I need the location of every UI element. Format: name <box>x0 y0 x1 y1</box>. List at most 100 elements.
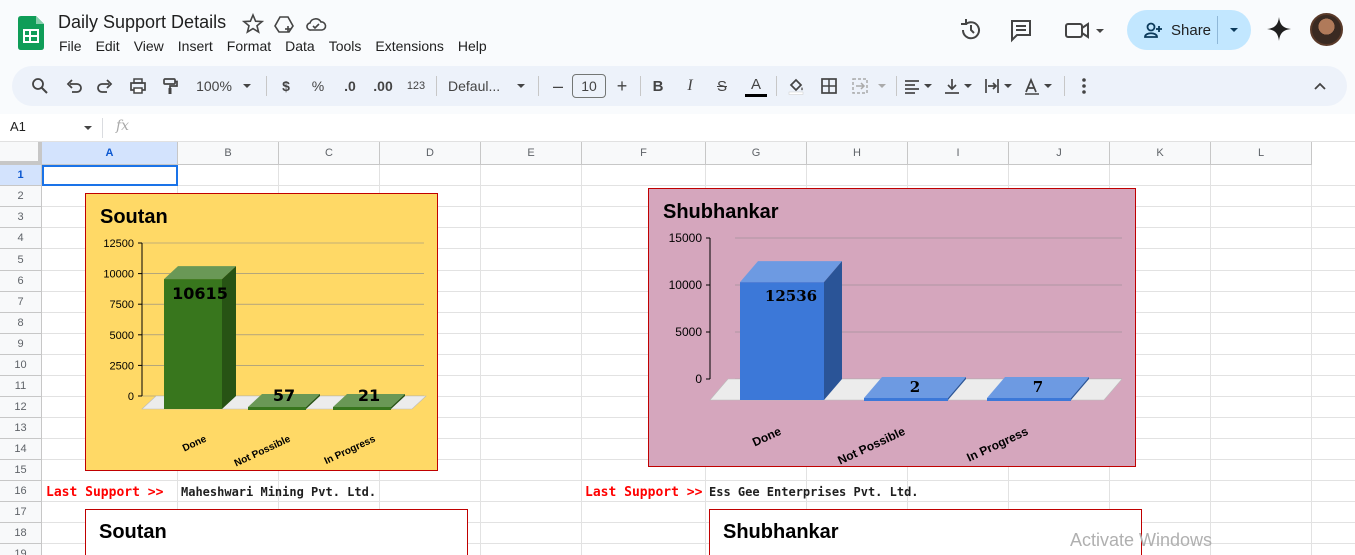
row-header-5[interactable]: 5 <box>0 249 42 271</box>
activate-windows-watermark: Activate Windows <box>1070 530 1213 550</box>
row-header-12[interactable]: 12 <box>0 397 42 418</box>
strikethrough-button[interactable]: S <box>712 66 732 106</box>
increase-decimal-button[interactable]: .00 <box>368 66 398 106</box>
row-header-17[interactable]: 17 <box>0 502 42 523</box>
more-options-icon[interactable] <box>1074 66 1094 106</box>
row-header-11[interactable]: 11 <box>0 376 42 397</box>
row-header-19[interactable]: 19 <box>0 544 42 555</box>
menu-data[interactable]: Data <box>278 38 322 54</box>
menu-help[interactable]: Help <box>451 38 494 54</box>
row-header-14[interactable]: 14 <box>0 439 42 460</box>
column-header-a[interactable]: A <box>42 142 178 165</box>
column-header-e[interactable]: E <box>481 142 582 165</box>
row-header-16[interactable]: 16 <box>0 481 42 502</box>
row-header-13[interactable]: 13 <box>0 418 42 439</box>
column-header-d[interactable]: D <box>380 142 481 165</box>
chart-shubhankar[interactable]: Shubhankar 0 5000 10000 15000 12536 Done 2 Not … <box>648 188 1136 467</box>
menu-extensions[interactable]: Extensions <box>368 38 450 54</box>
toolbar-divider <box>538 76 539 96</box>
selected-cell-a1[interactable] <box>42 165 178 186</box>
merge-cells-icon[interactable] <box>850 66 890 106</box>
horizontal-align-icon[interactable] <box>902 66 936 106</box>
font-chevron-icon[interactable] <box>516 82 526 90</box>
y-tick-label: 5000 <box>110 330 134 342</box>
borders-icon[interactable] <box>817 66 841 106</box>
y-tick-label: 0 <box>128 391 134 403</box>
row-header-18[interactable]: 18 <box>0 523 42 544</box>
row-header-1[interactable]: 1 <box>0 165 42 186</box>
menu-file[interactable]: File <box>52 38 89 54</box>
formula-input[interactable] <box>140 117 1340 139</box>
row-header-9[interactable]: 9 <box>0 334 42 355</box>
row-header-4[interactable]: 4 <box>0 228 42 249</box>
name-box-chevron-icon[interactable] <box>83 124 93 132</box>
row-header-6[interactable]: 6 <box>0 271 42 292</box>
row-header-2[interactable]: 2 <box>0 186 42 207</box>
column-header-f[interactable]: F <box>582 142 706 165</box>
name-box[interactable]: A1 <box>10 119 26 134</box>
text-rotation-icon[interactable] <box>1022 66 1056 106</box>
row-header-10[interactable]: 10 <box>0 355 42 376</box>
person-add-icon <box>1144 22 1162 38</box>
menu-view[interactable]: View <box>127 38 171 54</box>
avatar[interactable] <box>1310 13 1343 46</box>
column-header-l[interactable]: L <box>1211 142 1312 165</box>
last-support-value-left[interactable]: Maheshwari Mining Pvt. Ltd. <box>181 485 376 499</box>
document-title[interactable]: Daily Support Details <box>58 12 226 33</box>
redo-icon[interactable] <box>91 66 119 106</box>
text-wrap-icon[interactable] <box>982 66 1016 106</box>
collapse-menus-icon[interactable] <box>1308 66 1332 106</box>
gemini-spark-icon[interactable] <box>1265 15 1293 43</box>
y-tick-label: 12500 <box>103 238 134 250</box>
last-support-value-right[interactable]: Ess Gee Enterprises Pvt. Ltd. <box>709 485 919 499</box>
menu-insert[interactable]: Insert <box>171 38 220 54</box>
row-header-15[interactable]: 15 <box>0 460 42 481</box>
percent-format-button[interactable]: % <box>306 66 330 106</box>
star-icon[interactable] <box>242 13 264 35</box>
chart-soutan-2[interactable]: Soutan <box>85 509 468 555</box>
menu-tools[interactable]: Tools <box>322 38 369 54</box>
zoom-select[interactable]: 100% <box>190 66 238 106</box>
increase-font-size-icon[interactable]: + <box>612 66 632 106</box>
vertical-align-icon[interactable] <box>942 66 976 106</box>
more-formats-button[interactable]: 123 <box>402 66 430 106</box>
column-header-b[interactable]: B <box>178 142 279 165</box>
decrease-decimal-button[interactable]: .0 <box>338 66 362 106</box>
italic-button[interactable]: I <box>680 66 700 106</box>
row-header-3[interactable]: 3 <box>0 207 42 228</box>
column-header-k[interactable]: K <box>1110 142 1211 165</box>
zoom-chevron-icon[interactable] <box>242 82 252 90</box>
paint-format-icon[interactable] <box>156 66 184 106</box>
menu-edit[interactable]: Edit <box>89 38 127 54</box>
fill-color-icon[interactable] <box>784 66 808 106</box>
currency-format-button[interactable]: $ <box>274 66 298 106</box>
bold-button[interactable]: B <box>648 66 668 106</box>
meet-camera-icon[interactable] <box>1062 16 1108 44</box>
chevron-down-icon[interactable] <box>1227 24 1241 36</box>
print-icon[interactable] <box>124 66 152 106</box>
share-button[interactable]: Share <box>1127 10 1251 50</box>
column-header-h[interactable]: H <box>807 142 908 165</box>
comments-icon[interactable] <box>1007 16 1035 44</box>
move-to-drive-icon[interactable] <box>273 13 295 35</box>
bar-2 <box>987 398 1071 401</box>
version-history-icon[interactable] <box>957 16 985 44</box>
column-header-g[interactable]: G <box>706 142 807 165</box>
select-all-corner[interactable] <box>0 142 42 165</box>
decrease-font-size-icon[interactable]: – <box>548 66 568 106</box>
column-header-c[interactable]: C <box>279 142 380 165</box>
font-size-input[interactable]: 10 <box>572 74 606 98</box>
row-header-8[interactable]: 8 <box>0 313 42 334</box>
column-header-j[interactable]: J <box>1009 142 1110 165</box>
data-label-0: 12536 <box>765 287 817 305</box>
chart-soutan[interactable]: Soutan 0 2500 5000 7500 10000 12500 10615 Done 5… <box>85 193 438 471</box>
column-header-i[interactable]: I <box>908 142 1009 165</box>
row-header-7[interactable]: 7 <box>0 292 42 313</box>
text-color-button[interactable]: A <box>744 66 768 106</box>
font-family-select[interactable]: Defaul... <box>448 66 514 106</box>
search-menus-icon[interactable] <box>26 66 54 106</box>
cloud-saved-icon[interactable] <box>305 13 327 35</box>
menu-format[interactable]: Format <box>220 38 278 54</box>
undo-icon[interactable] <box>60 66 88 106</box>
sheets-logo-icon[interactable] <box>18 16 44 50</box>
